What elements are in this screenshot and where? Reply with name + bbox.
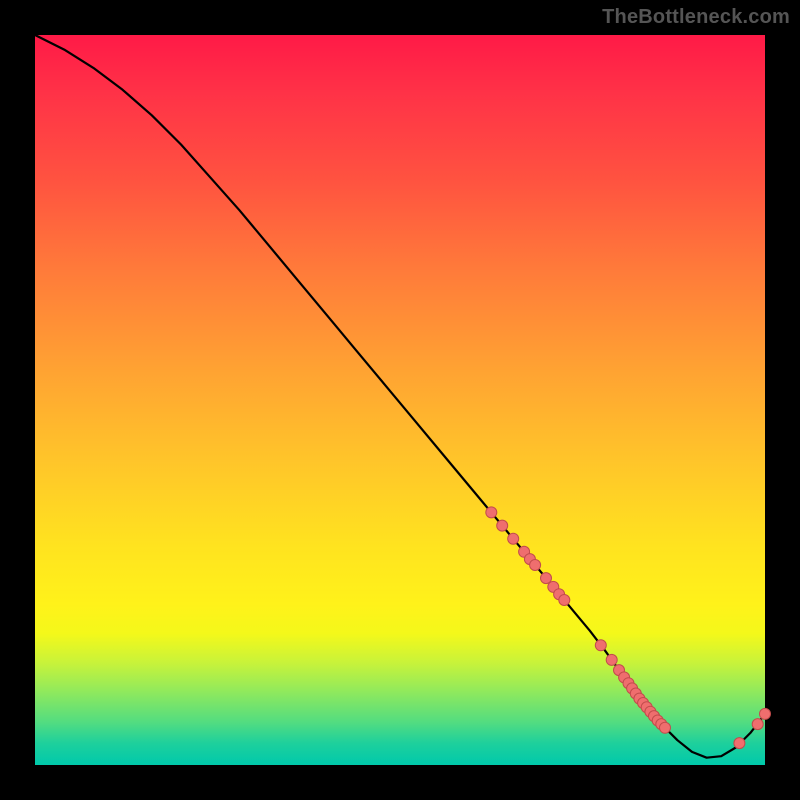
data-point [606, 654, 617, 665]
data-point [541, 573, 552, 584]
data-point [530, 560, 541, 571]
data-point [497, 520, 508, 531]
chart-stage: TheBottleneck.com [0, 0, 800, 800]
data-point [760, 708, 771, 719]
data-point [559, 595, 570, 606]
chart-overlay [35, 35, 765, 765]
data-point [595, 640, 606, 651]
data-point [734, 738, 745, 749]
data-point [660, 722, 671, 733]
data-point [508, 533, 519, 544]
bottleneck-curve [35, 35, 765, 758]
data-point [752, 719, 763, 730]
watermark-text: TheBottleneck.com [602, 6, 790, 29]
data-point [486, 507, 497, 518]
data-points [486, 507, 771, 749]
